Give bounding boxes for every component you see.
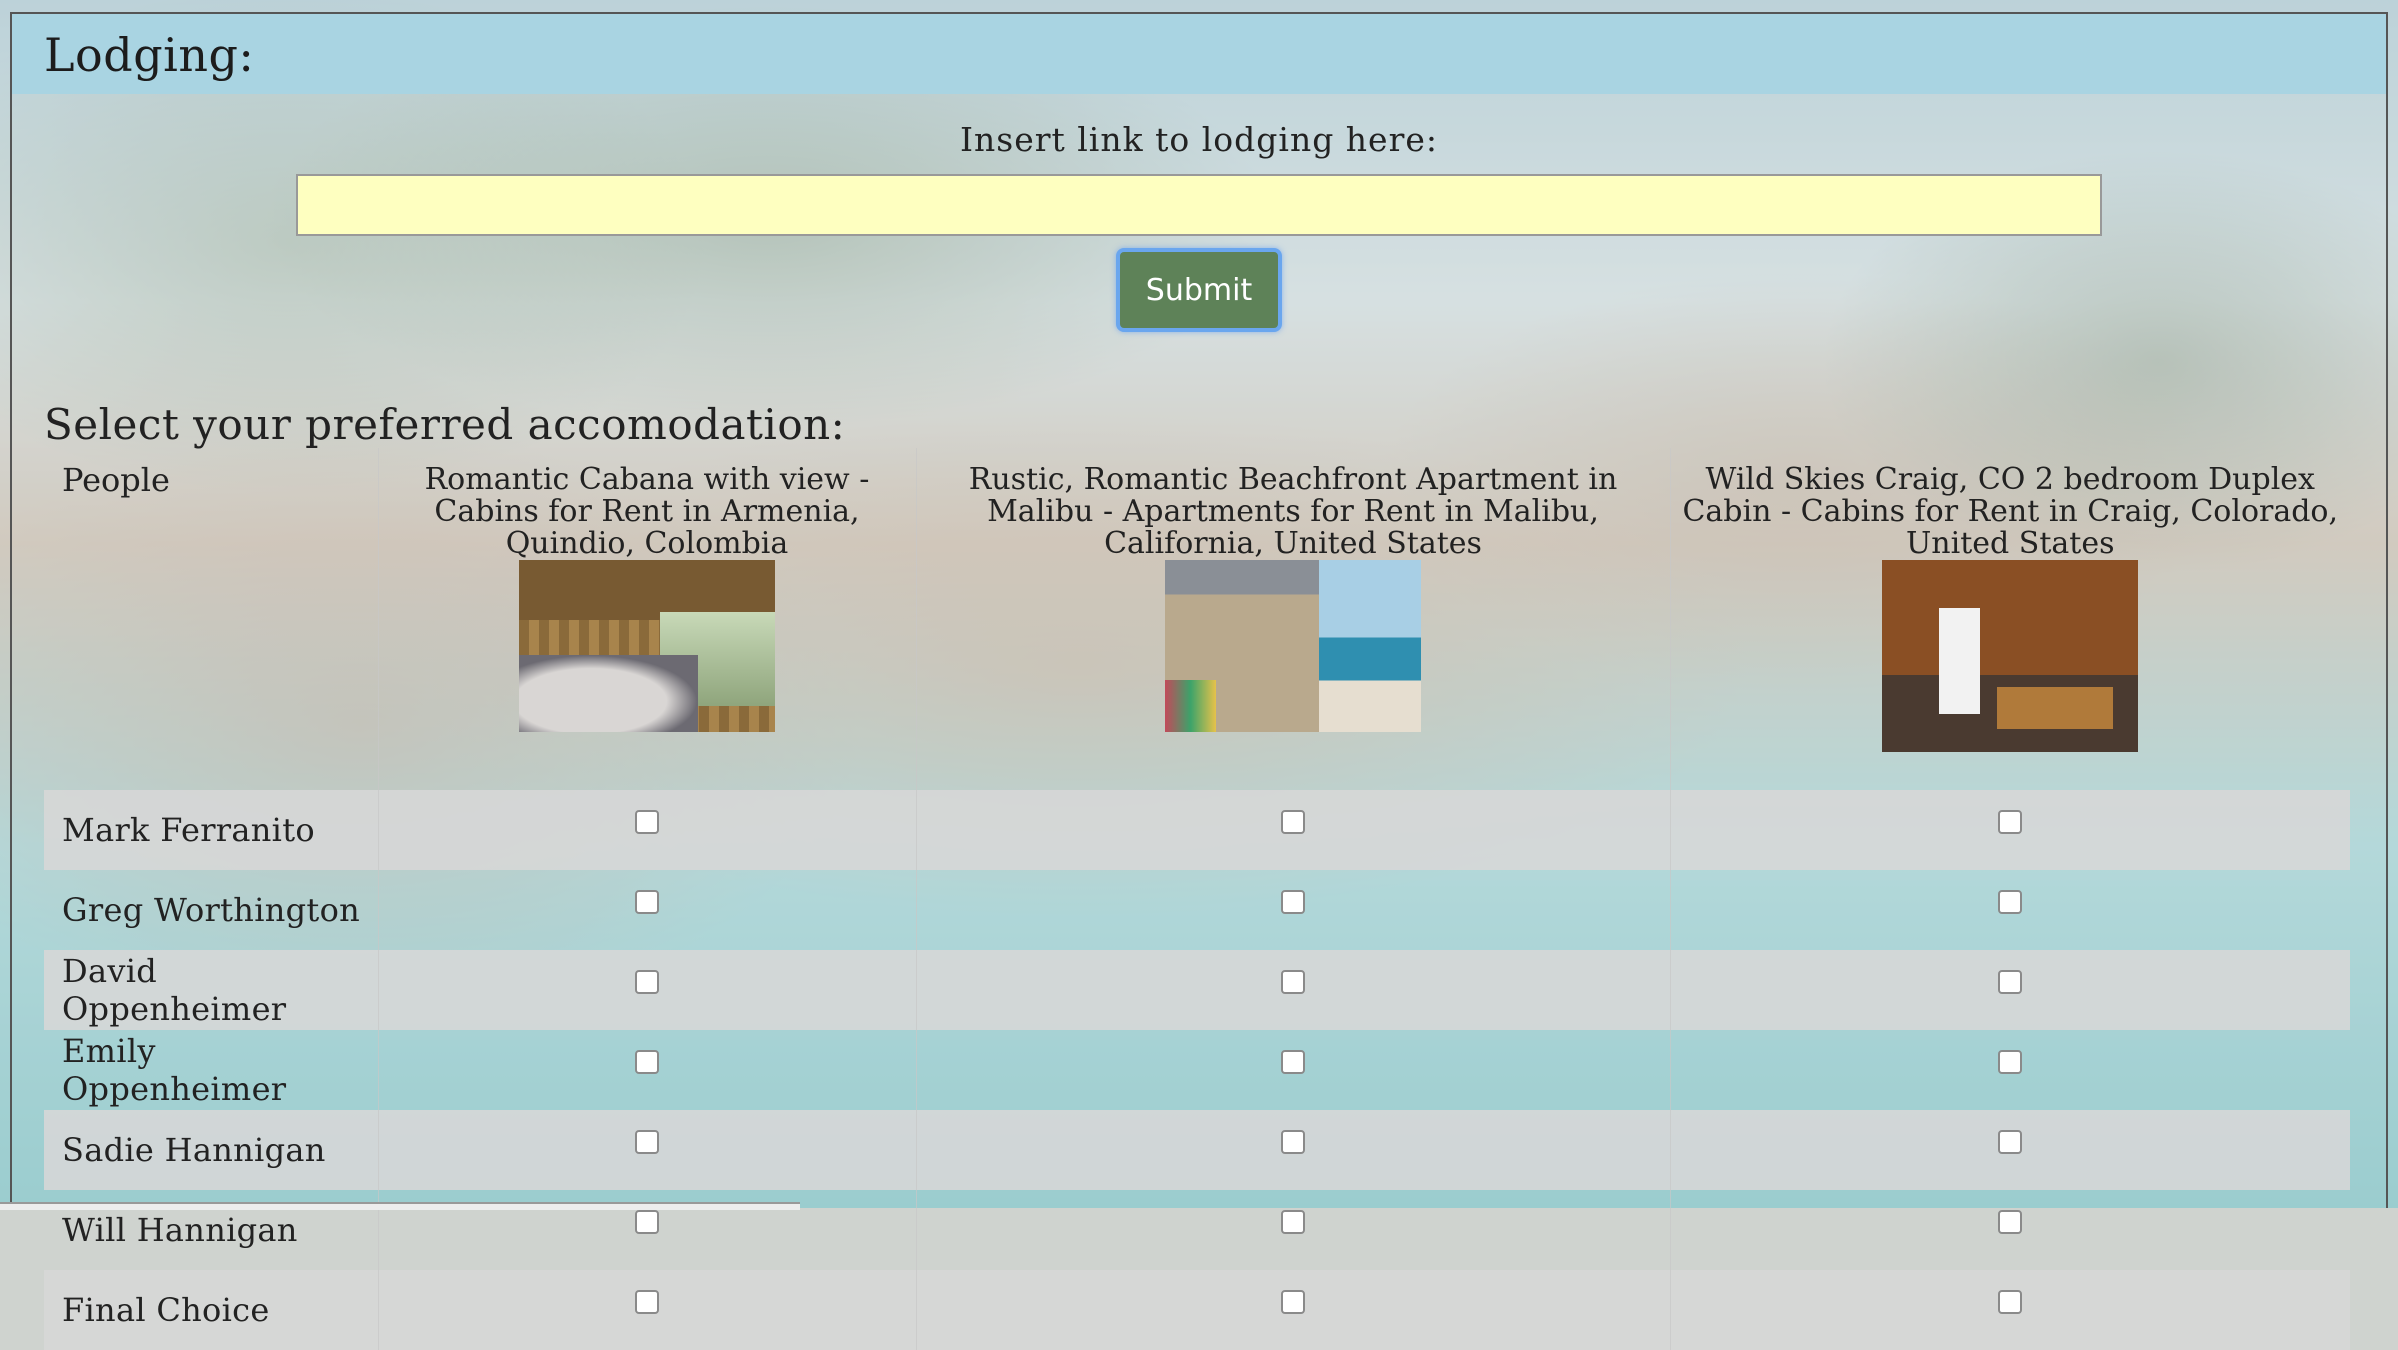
listing-column-2: Rustic, Romantic Beachfront Apartment in… <box>915 448 1670 790</box>
listing-title: Wild Skies Craig, CO 2 bedroom Duplex Ca… <box>1682 462 2339 561</box>
listing-title: Rustic, Romantic Beachfront Apartment in… <box>968 462 1618 561</box>
preference-checkbox[interactable] <box>635 970 659 994</box>
person-row: Mark Ferranito <box>44 790 2350 870</box>
person-name: Greg Worthington <box>62 891 361 929</box>
person-name: Emily Oppenheimer <box>62 1032 287 1108</box>
preference-checkbox[interactable] <box>1998 970 2023 994</box>
listing-photo[interactable] <box>1882 560 2139 752</box>
preference-checkbox[interactable] <box>1281 1130 1305 1154</box>
preference-checkbox[interactable] <box>635 1050 659 1074</box>
preference-checkbox[interactable] <box>1998 890 2023 914</box>
person-row: Sadie Hannigan <box>44 1110 2350 1190</box>
person-row: Greg Worthington <box>44 870 2350 950</box>
listing-column-3: Wild Skies Craig, CO 2 bedroom Duplex Ca… <box>1669 448 2350 790</box>
preference-checkbox[interactable] <box>635 890 659 914</box>
final-choice-row: Final Choice <box>44 1270 2350 1350</box>
lodging-link-input[interactable] <box>296 174 2102 236</box>
preference-checkbox[interactable] <box>635 810 659 834</box>
person-name: Mark Ferranito <box>44 790 378 870</box>
preference-checkbox[interactable] <box>1281 890 1305 914</box>
preference-checkbox[interactable] <box>1281 1050 1305 1074</box>
person-row: David Oppenheimer <box>44 950 2350 1030</box>
accommodation-table: People Romantic Cabana with view - Cabin… <box>44 448 2350 1350</box>
accommodation-section-title: Select your preferred accomodation: <box>44 400 846 449</box>
preference-checkbox[interactable] <box>1998 1290 2023 1314</box>
link-input-label: Insert link to lodging here: <box>959 120 1439 159</box>
preference-checkbox[interactable] <box>635 1210 659 1234</box>
person-name: David Oppenheimer <box>44 950 378 1030</box>
people-column-header: People <box>62 461 170 499</box>
preference-checkbox[interactable] <box>1281 1290 1305 1314</box>
preference-checkbox[interactable] <box>1281 810 1305 834</box>
preference-checkbox[interactable] <box>1998 1050 2023 1074</box>
listing-column-1: Romantic Cabana with view - Cabins for R… <box>377 448 916 790</box>
preference-checkbox[interactable] <box>1281 1210 1305 1234</box>
listing-photo[interactable] <box>1165 560 1421 732</box>
horizontal-scrollbar[interactable] <box>0 1202 800 1210</box>
preference-checkbox[interactable] <box>1281 970 1305 994</box>
page-title: Lodging: <box>44 28 255 82</box>
preference-checkbox[interactable] <box>1998 810 2023 834</box>
listing-photo[interactable] <box>519 560 775 732</box>
lodging-header: Lodging: <box>12 14 2386 94</box>
preference-checkbox[interactable] <box>635 1130 659 1154</box>
preference-checkbox[interactable] <box>1998 1130 2023 1154</box>
preference-checkbox[interactable] <box>1998 1210 2023 1234</box>
submit-button[interactable]: Submit <box>1116 248 1282 332</box>
preference-checkbox[interactable] <box>635 1290 659 1314</box>
person-row: Emily Oppenheimer <box>44 1030 2350 1110</box>
person-name: Sadie Hannigan <box>44 1110 378 1190</box>
listing-title: Romantic Cabana with view - Cabins for R… <box>424 462 870 561</box>
person-name: Final Choice <box>44 1270 378 1350</box>
